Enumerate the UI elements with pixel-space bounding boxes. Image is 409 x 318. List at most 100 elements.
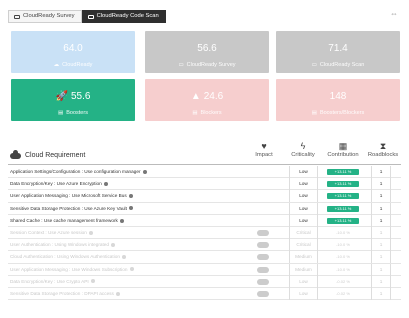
tab-label: CloudReady Survey bbox=[23, 13, 75, 19]
contribution-badge: +13.11 % bbox=[327, 217, 359, 224]
criticality-cell: Low bbox=[289, 275, 318, 288]
card-value: 71.4 bbox=[328, 43, 348, 54]
requirement-text: Session Context : Use Azure session bbox=[10, 227, 93, 239]
column-contribution[interactable]: ▦ Contribution bbox=[326, 140, 360, 158]
tab-cloudready-code-scan[interactable]: CloudReady Code Scan bbox=[81, 10, 166, 23]
criticality-cell: Low bbox=[289, 214, 318, 227]
cloud-icon bbox=[10, 149, 21, 159]
boosters-blockers-card: 148 ▤ Boosters/Blockers bbox=[276, 79, 400, 121]
info-icon[interactable] bbox=[90, 279, 95, 284]
section-title-text: Cloud Requirement bbox=[25, 152, 86, 159]
card-value: 148 bbox=[329, 91, 347, 102]
info-icon[interactable] bbox=[103, 181, 108, 186]
impact-toggle[interactable] bbox=[257, 266, 269, 273]
cloudready-scan-card: 71.4 ▭ CloudReady Scan bbox=[276, 31, 400, 73]
impact-toggle[interactable] bbox=[257, 278, 269, 285]
card-label: ▤ Blockers bbox=[192, 110, 222, 116]
contribution-badge: -0.02 % bbox=[336, 278, 350, 284]
column-roadblocks[interactable]: ⧗ Roadblocks bbox=[366, 140, 400, 158]
table-row[interactable]: Shared Cache : Use cache management fram… bbox=[8, 214, 401, 227]
criticality-cell: Low bbox=[289, 178, 318, 191]
impact-toggle[interactable] bbox=[257, 254, 269, 261]
table-row[interactable]: Session Context : Use Azure session Criti… bbox=[8, 226, 401, 240]
contribution-badge: -10.0 % bbox=[336, 266, 350, 272]
card-value: 56.6 bbox=[197, 43, 217, 54]
roadblocks-cell: 1 bbox=[371, 178, 391, 191]
contribution-badge: -10.0 % bbox=[336, 242, 350, 248]
survey-icon: ▭ bbox=[178, 62, 184, 68]
criticality-cell: Critical bbox=[289, 239, 318, 252]
roadblocks-cell: 1 bbox=[371, 190, 391, 203]
code-scan-icon bbox=[87, 14, 94, 19]
card-value: 64.0 bbox=[63, 43, 83, 54]
requirements-table: Application Settings/Configuration : Use… bbox=[8, 166, 401, 301]
rocket-icon: 🚀 bbox=[55, 91, 68, 102]
criticality-cell: Low bbox=[289, 190, 318, 203]
info-icon[interactable] bbox=[128, 206, 133, 211]
list-icon: ▤ bbox=[192, 110, 198, 116]
info-icon[interactable] bbox=[88, 230, 93, 235]
info-icon[interactable] bbox=[142, 169, 147, 174]
criticality-cell: Medium bbox=[289, 263, 318, 276]
card-label: ☁ CloudReady bbox=[53, 62, 93, 68]
criticality-cell: Critical bbox=[289, 226, 318, 239]
info-icon[interactable] bbox=[111, 242, 116, 247]
table-row[interactable]: Sensitive Data Storage Protection : Use … bbox=[8, 202, 401, 215]
column-criticality[interactable]: ϟ Criticality bbox=[288, 140, 318, 158]
info-icon[interactable] bbox=[121, 255, 126, 260]
section-title: Cloud Requirement bbox=[10, 149, 86, 159]
boosters-card: 🚀 55.6 ▤ Boosters bbox=[11, 79, 135, 121]
table-row[interactable]: User Application Messaging : Use Microso… bbox=[8, 190, 401, 203]
tab-bar: CloudReady Survey CloudReady Code Scan bbox=[8, 10, 166, 23]
survey-icon bbox=[14, 14, 20, 19]
card-label: ▤ Boosters/Blockers bbox=[311, 110, 365, 116]
requirement-text: Application Settings/Configuration : Use… bbox=[10, 166, 147, 178]
roadblocks-cell: 1 bbox=[371, 239, 391, 252]
list-icon: ▤ bbox=[58, 110, 64, 116]
tab-label: CloudReady Code Scan bbox=[96, 13, 159, 19]
contribution-badge: +13.11 % bbox=[327, 205, 359, 212]
roadblocks-cell: 1 bbox=[371, 275, 391, 288]
cloudready-card: 64.0 ☁ CloudReady bbox=[11, 31, 135, 73]
card-value: 🚀 55.6 bbox=[55, 91, 91, 102]
criticality-cell: Low bbox=[289, 202, 318, 215]
info-icon[interactable] bbox=[128, 194, 133, 199]
requirement-text: User Application Messaging : Use Windows… bbox=[10, 264, 134, 276]
roadblocks-cell: 1 bbox=[371, 166, 391, 178]
info-icon[interactable] bbox=[129, 267, 134, 272]
card-label: ▭ CloudReady Survey bbox=[178, 62, 236, 68]
criticality-cell: Medium bbox=[289, 251, 318, 264]
requirement-text: Cloud Authentication : Using Windows Aut… bbox=[10, 251, 126, 263]
requirement-text: Shared Cache : Use cache management fram… bbox=[10, 215, 124, 227]
requirement-text: Data Encryption/Key : Use Azure Encrypti… bbox=[10, 178, 108, 190]
table-row[interactable]: User Authentication : Using Windows inte… bbox=[8, 239, 401, 252]
table-row[interactable]: Data Encryption/Key : Use Azure Encrypti… bbox=[8, 178, 401, 191]
contribution-badge: +13.11 % bbox=[327, 181, 359, 188]
table-row[interactable]: Application Settings/Configuration : Use… bbox=[8, 166, 401, 179]
contribution-badge: -10.0 % bbox=[336, 254, 350, 260]
card-label: ▭ CloudReady Scan bbox=[311, 62, 365, 68]
bolt-icon: ϟ bbox=[300, 141, 306, 151]
impact-toggle[interactable] bbox=[257, 242, 269, 249]
table-row[interactable]: User Application Messaging : Use Windows… bbox=[8, 263, 401, 276]
contribution-badge: -10.0 % bbox=[336, 229, 350, 235]
column-impact[interactable]: ♥ Impact bbox=[252, 140, 276, 158]
roadblocks-cell: 1 bbox=[371, 263, 391, 276]
info-icon[interactable] bbox=[119, 218, 124, 223]
roadblocks-cell: 1 bbox=[371, 214, 391, 227]
table-row[interactable]: Data Encryption/Key : Use Crypto API Low -… bbox=[8, 275, 401, 288]
contribution-badge: +13.11 % bbox=[327, 193, 359, 200]
calculator-icon: ▦ bbox=[338, 141, 348, 151]
tab-cloudready-survey[interactable]: CloudReady Survey bbox=[8, 10, 82, 23]
info-icon[interactable] bbox=[115, 291, 120, 296]
requirement-text: Sensitive Data Storage Protection : Use … bbox=[10, 203, 133, 215]
contribution-badge: +13.11 % bbox=[327, 169, 359, 175]
heartbeat-icon: ♥ bbox=[261, 141, 267, 151]
impact-toggle[interactable] bbox=[257, 290, 269, 297]
table-row[interactable]: Cloud Authentication : Using Windows Aut… bbox=[8, 251, 401, 264]
cloudready-survey-card: 56.6 ▭ CloudReady Survey bbox=[145, 31, 269, 73]
export-icon[interactable]: ⇔ bbox=[390, 9, 398, 18]
impact-toggle[interactable] bbox=[257, 229, 269, 236]
table-row[interactable]: Sensitive Data Storage Protection : DPAP… bbox=[8, 287, 401, 301]
cloud-icon: ☁ bbox=[53, 62, 60, 68]
